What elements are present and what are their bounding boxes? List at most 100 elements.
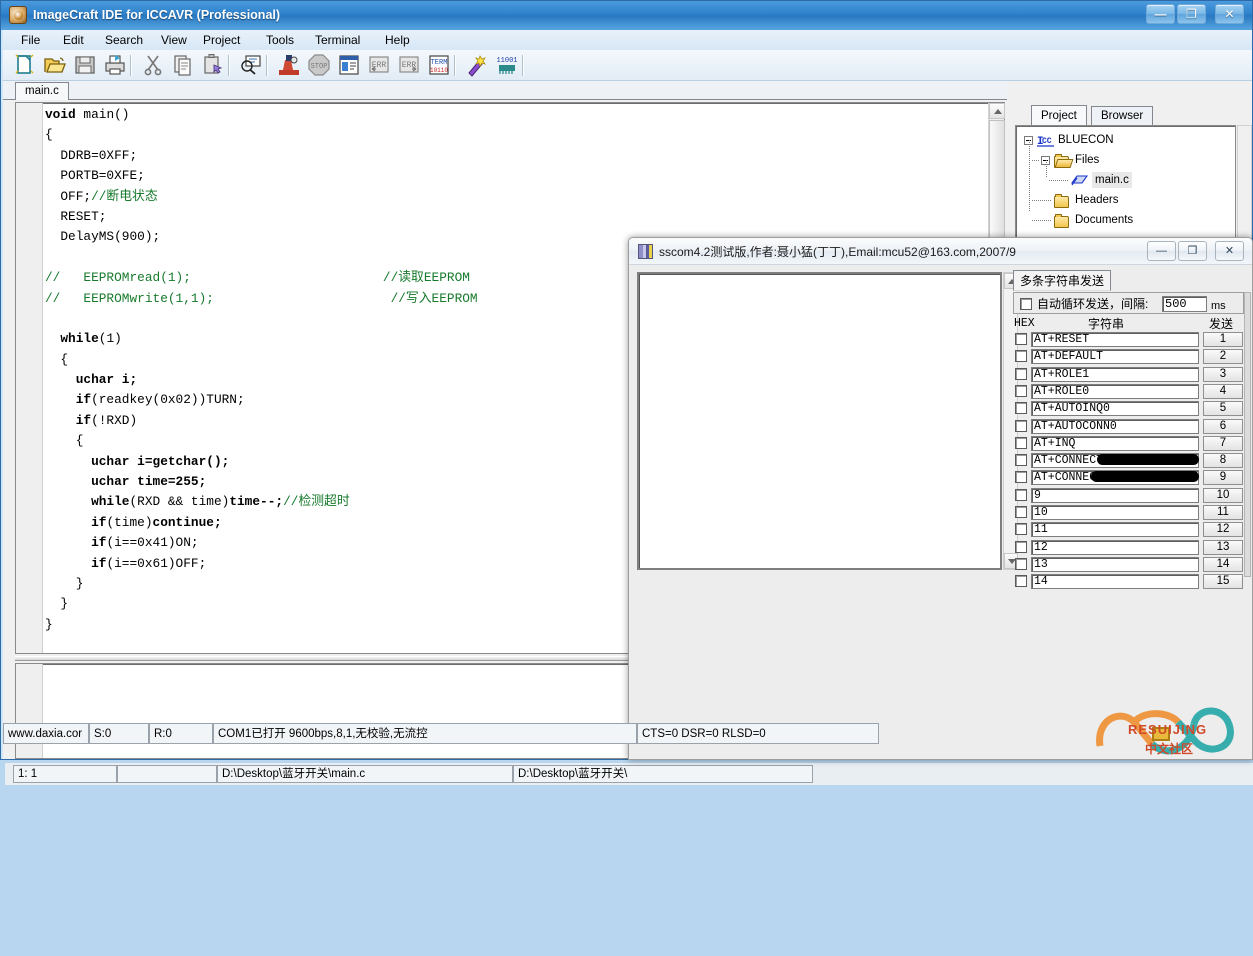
string-row-hex-checkbox[interactable] <box>1015 419 1027 432</box>
auto-loop-send-checkbox[interactable] <box>1020 298 1032 310</box>
string-row-send-button[interactable]: 12 <box>1203 522 1243 538</box>
string-row-hex-checkbox[interactable] <box>1015 488 1027 501</box>
string-row-hex-checkbox[interactable] <box>1015 557 1027 570</box>
sscom-status-bar: www.daxia.cor S:0 R:0 COM1已打开 9600bps,8,… <box>3 723 1250 744</box>
string-row-send-button[interactable]: 6 <box>1203 418 1243 434</box>
find-icon[interactable] <box>239 53 265 78</box>
string-row-send-button[interactable]: 1 <box>1203 332 1243 347</box>
column-header-hex: HEX <box>1014 317 1035 330</box>
string-row-hex-checkbox[interactable] <box>1015 575 1027 588</box>
string-panel-scrollbar[interactable] <box>1244 292 1251 577</box>
string-row-hex-checkbox[interactable] <box>1015 471 1027 484</box>
string-row-hex-checkbox[interactable] <box>1015 384 1027 397</box>
string-row-hex-checkbox[interactable] <box>1015 367 1027 380</box>
string-row-send-button[interactable]: 9 <box>1203 470 1243 486</box>
string-row-input[interactable]: 12 <box>1031 539 1199 555</box>
new-file-icon[interactable] <box>13 53 39 78</box>
menu-file[interactable]: File <box>15 32 46 48</box>
open-folder-icon[interactable] <box>43 53 69 78</box>
auto-loop-send-label: 自动循环发送，间隔: <box>1037 297 1149 311</box>
string-row-send-button[interactable]: 7 <box>1203 435 1243 451</box>
build-icon[interactable] <box>277 53 303 78</box>
string-row-send-button[interactable]: 3 <box>1203 366 1243 382</box>
tree-connector <box>1046 160 1047 178</box>
string-row-hex-checkbox[interactable] <box>1015 540 1027 553</box>
build-all-icon[interactable] <box>337 53 363 78</box>
string-row-send-button[interactable]: 4 <box>1203 383 1243 399</box>
string-row-hex-checkbox[interactable] <box>1015 523 1027 536</box>
tab-multi-string-send[interactable]: 多条字符串发送 <box>1013 270 1112 291</box>
multi-string-send-panel: 多条字符串发送 自动循环发送，间隔: 500 ms HEX 字符串 发送 AT+… <box>1013 270 1251 590</box>
next-error-icon[interactable]: ERR <box>397 53 423 78</box>
copy-icon[interactable] <box>171 53 197 78</box>
tree-item-headers[interactable]: Headers <box>1075 192 1118 208</box>
string-row-input[interactable]: 14 <box>1031 574 1199 590</box>
scroll-up-icon[interactable] <box>989 103 1005 119</box>
string-row-hex-checkbox[interactable] <box>1015 506 1027 518</box>
string-row-input[interactable]: AT+ROLE0 <box>1031 383 1199 399</box>
string-row-input[interactable]: AT+ROLE1 <box>1031 366 1199 382</box>
ide-title-bar: ImageCraft IDE for ICCAVR (Professional)… <box>1 1 1252 30</box>
menu-project[interactable]: Project <box>197 32 246 48</box>
tab-project[interactable]: Project <box>1031 105 1087 126</box>
binary-icon[interactable]: 11001 <box>495 53 521 78</box>
string-row-input[interactable]: 11 <box>1031 522 1199 538</box>
sscom-minimize-button[interactable]: — <box>1147 241 1176 261</box>
folder-icon <box>1054 194 1072 208</box>
sscom-maximize-button[interactable]: ❐ <box>1178 241 1207 261</box>
print-icon[interactable] <box>103 53 129 78</box>
string-row-input[interactable]: AT+DEFAULT <box>1031 349 1199 365</box>
string-row-input[interactable]: 13 <box>1031 556 1199 572</box>
tab-browser[interactable]: Browser <box>1091 106 1154 125</box>
string-row-input[interactable]: AT+INQ <box>1031 435 1199 451</box>
ide-minimize-button[interactable]: — <box>1146 4 1175 24</box>
string-row-send-button[interactable]: 13 <box>1203 539 1243 555</box>
string-row-send-button[interactable]: 11 <box>1203 505 1243 520</box>
sscom-close-button[interactable]: ✕ <box>1215 241 1244 261</box>
tree-item-main-c[interactable]: main.c <box>1092 172 1132 188</box>
toolbar-separator <box>522 55 524 76</box>
auto-loop-send-row: 自动循环发送，间隔: 500 ms <box>1013 292 1244 314</box>
terminal-icon[interactable]: TERM 10110 <box>427 53 453 78</box>
tab-main-c[interactable]: main.c <box>15 82 69 100</box>
menu-terminal[interactable]: Terminal <box>309 32 366 48</box>
string-row-send-button[interactable]: 5 <box>1203 401 1243 417</box>
menu-view[interactable]: View <box>155 32 193 48</box>
string-row-send-button[interactable]: 2 <box>1203 349 1243 365</box>
string-row-input[interactable]: AT+AUTOCONN0 <box>1031 418 1199 434</box>
interval-input[interactable]: 500 <box>1162 296 1207 312</box>
status-blank-cell <box>117 765 217 783</box>
string-row-input[interactable]: 9 <box>1031 487 1199 503</box>
minimize-icon: — <box>1154 7 1167 21</box>
string-row-send-button[interactable]: 8 <box>1203 453 1243 469</box>
cut-icon[interactable] <box>141 53 167 78</box>
string-row-send-button[interactable]: 15 <box>1203 574 1243 590</box>
app-builder-icon[interactable] <box>465 53 491 78</box>
menu-edit[interactable]: Edit <box>57 32 90 48</box>
string-row-input[interactable]: AT+RESET <box>1031 332 1199 347</box>
scroll-thumb[interactable] <box>989 120 1005 238</box>
paste-icon[interactable] <box>201 53 227 78</box>
string-row-input[interactable]: 10 <box>1031 505 1199 520</box>
string-row-hex-checkbox[interactable] <box>1015 454 1027 467</box>
string-row-send-button[interactable]: 10 <box>1203 487 1243 503</box>
menu-search[interactable]: Search <box>99 32 149 48</box>
tree-item-files[interactable]: Files <box>1075 152 1099 168</box>
ide-maximize-button[interactable]: ❐ <box>1177 4 1206 24</box>
receive-textarea[interactable] <box>637 272 1002 570</box>
prev-error-icon[interactable]: ERR <box>367 53 393 78</box>
stop-icon[interactable]: STOP <box>307 53 333 78</box>
save-icon[interactable] <box>73 53 99 78</box>
string-row-hex-checkbox[interactable] <box>1015 333 1027 345</box>
string-row-hex-checkbox[interactable] <box>1015 436 1027 449</box>
status-received-count: R:0 <box>149 723 213 744</box>
menu-tools[interactable]: Tools <box>260 32 300 48</box>
string-row-input[interactable]: AT+AUTOINQ0 <box>1031 401 1199 417</box>
ide-close-button[interactable]: ✕ <box>1215 4 1244 24</box>
menu-help[interactable]: Help <box>379 32 416 48</box>
string-row-hex-checkbox[interactable] <box>1015 402 1027 415</box>
string-row-send-button[interactable]: 14 <box>1203 556 1243 572</box>
tree-item-bluecon[interactable]: BLUECON <box>1058 132 1114 148</box>
tree-item-documents[interactable]: Documents <box>1075 212 1133 228</box>
string-row-hex-checkbox[interactable] <box>1015 350 1027 363</box>
